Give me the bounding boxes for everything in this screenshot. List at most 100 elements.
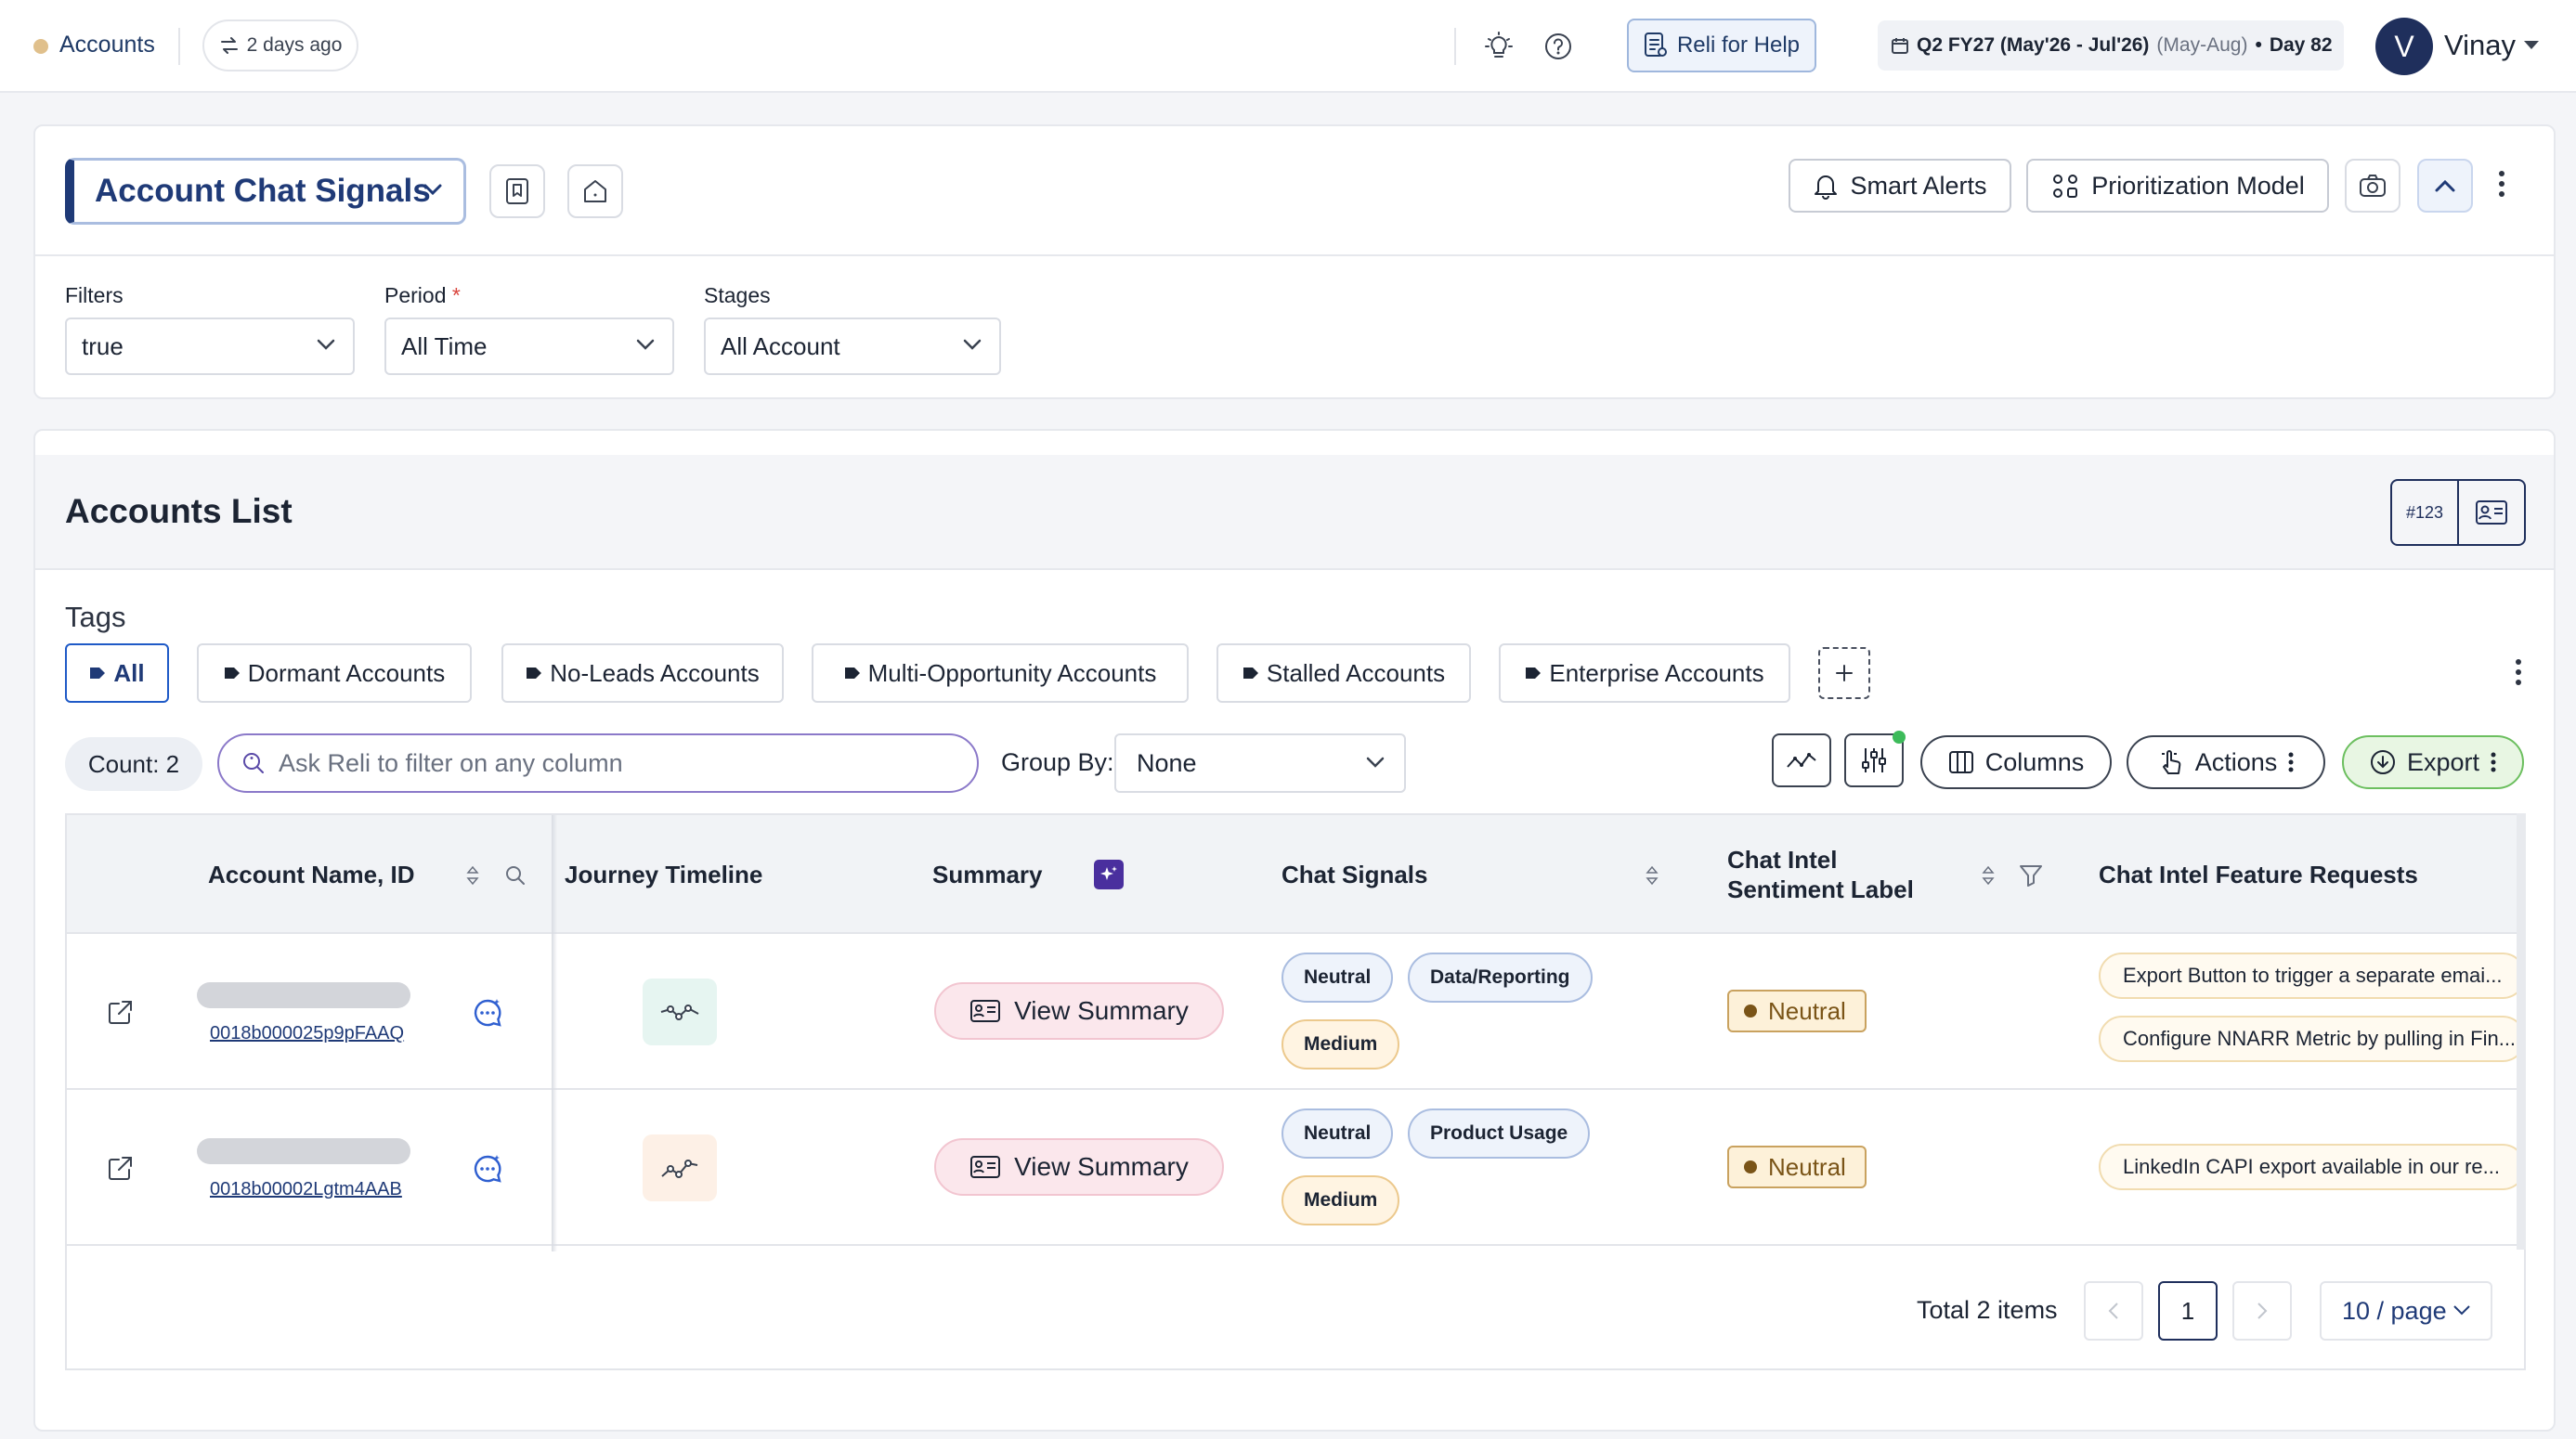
search-sparkle-icon <box>243 753 264 773</box>
table-row[interactable]: 0018b00002Lgtm4AAB View Summary Neutral … <box>67 1090 2526 1246</box>
sentiment-label: Neutral <box>1768 996 1846 1025</box>
accounts-list-header <box>35 455 2554 570</box>
columns-button[interactable]: Columns <box>1920 735 2112 789</box>
snapshot-button[interactable] <box>2345 159 2400 213</box>
actions-button[interactable]: Actions <box>2127 735 2325 789</box>
column-header-chat-signals[interactable]: Chat Signals <box>1281 860 1427 889</box>
tag-label: No-Leads Accounts <box>550 658 760 687</box>
chevron-down-icon <box>963 339 982 350</box>
export-button[interactable]: Export <box>2342 735 2524 789</box>
feature-request-chip[interactable]: LinkedIn CAPI export available in our re… <box>2099 1144 2526 1190</box>
sync-status-pill[interactable]: 2 days ago <box>202 19 358 71</box>
open-external-icon[interactable] <box>106 999 134 1027</box>
search-icon[interactable] <box>505 865 526 886</box>
signal-chip: Neutral <box>1281 1108 1394 1159</box>
breadcrumb[interactable]: Accounts <box>59 32 155 58</box>
page-number-button[interactable]: 1 <box>2158 1281 2218 1341</box>
more-options-icon[interactable] <box>2499 171 2504 197</box>
open-external-icon[interactable] <box>106 1155 134 1183</box>
id-card-icon <box>2476 500 2507 525</box>
journey-timeline-button[interactable] <box>643 979 717 1045</box>
sentiment-badge: Neutral <box>1727 990 1867 1032</box>
stages-select[interactable]: All Account <box>704 318 1001 375</box>
quarter-separator: • <box>2255 34 2262 56</box>
idea-bulb-icon[interactable] <box>1482 30 1516 63</box>
column-header-sentiment[interactable]: Chat Intel Sentiment Label <box>1727 845 1914 904</box>
filter-funnel-icon[interactable] <box>2019 863 2043 888</box>
bookmark-icon <box>506 178 528 204</box>
smart-alerts-button[interactable]: Smart Alerts <box>1789 159 2011 213</box>
tag-dormant-accounts[interactable]: Dormant Accounts <box>197 643 472 703</box>
account-id-link[interactable]: 0018b000025p9pFAAQ <box>210 1023 404 1044</box>
top-bar: Accounts 2 days ago Reli for Help Q2 FY2… <box>0 0 2576 93</box>
trend-line-icon <box>1787 753 1816 768</box>
add-tag-button[interactable] <box>1818 647 1870 699</box>
prev-page-button[interactable] <box>2084 1281 2143 1341</box>
tag-stalled-accounts[interactable]: Stalled Accounts <box>1216 643 1471 703</box>
dashboard-title: Account Chat Signals <box>95 173 431 209</box>
group-by-value: None <box>1137 748 1197 777</box>
chevron-down-icon[interactable] <box>2522 39 2541 52</box>
prioritization-label: Prioritization Model <box>2091 171 2305 200</box>
view-summary-button[interactable]: View Summary <box>934 982 1224 1040</box>
actions-label: Actions <box>2194 747 2278 776</box>
tag-icon <box>224 668 240 679</box>
column-header-feature-requests[interactable]: Chat Intel Feature Requests <box>2099 860 2418 889</box>
accounts-table: Account Name, ID Journey Timeline Summar… <box>65 813 2526 1370</box>
tag-all[interactable]: All <box>65 643 169 703</box>
id-card-icon <box>970 1000 1001 1022</box>
home-icon <box>584 180 606 202</box>
filters-select[interactable]: true <box>65 318 355 375</box>
ai-chat-icon[interactable] <box>472 1153 503 1185</box>
feature-request-chip[interactable]: Export Button to trigger a separate emai… <box>2099 953 2526 999</box>
count-badge: Count: 2 <box>65 737 202 791</box>
number-view-toggle[interactable]: #123 <box>2392 481 2457 544</box>
view-summary-button[interactable]: View Summary <box>934 1138 1224 1196</box>
divider <box>1454 28 1456 65</box>
column-header-summary[interactable]: Summary <box>932 860 1043 889</box>
dashboard-selector[interactable]: Account Chat Signals <box>65 158 466 225</box>
tag-no-leads-accounts[interactable]: No-Leads Accounts <box>501 643 784 703</box>
trend-line-icon <box>661 1160 698 1178</box>
fiscal-quarter-indicator[interactable]: Q2 FY27 (May'26 - Jul'26) (May-Aug) • Da… <box>1878 20 2344 71</box>
feature-request-chip[interactable]: Configure NNARR Metric by pulling in Fin… <box>2099 1016 2526 1062</box>
collapse-button[interactable] <box>2417 159 2473 213</box>
column-header-account[interactable]: Account Name, ID <box>208 860 415 889</box>
ai-chat-icon[interactable] <box>472 997 503 1029</box>
card-view-toggle[interactable] <box>2457 481 2524 544</box>
total-items: Total 2 items <box>1917 1296 2058 1324</box>
sort-icon[interactable] <box>1982 865 1995 886</box>
group-by-select[interactable]: None <box>1114 733 1406 793</box>
table-row[interactable]: 0018b000025p9pFAAQ View Summary Neutral … <box>67 934 2526 1090</box>
view-toggle[interactable]: #123 <box>2390 479 2526 546</box>
filters-label: Filters <box>65 283 124 307</box>
avatar[interactable]: V <box>2375 18 2433 75</box>
sentiment-badge: Neutral <box>1727 1146 1867 1188</box>
ai-sparkle-icon[interactable] <box>1094 860 1124 889</box>
more-options-icon <box>2491 752 2496 772</box>
column-header-journey[interactable]: Journey Timeline <box>565 860 762 889</box>
sort-icon[interactable] <box>466 865 479 886</box>
table-scrollbar[interactable] <box>2517 813 2526 1250</box>
page-size-select[interactable]: 10 / page <box>2320 1281 2492 1341</box>
prioritization-model-button[interactable]: Prioritization Model <box>2026 159 2329 213</box>
ask-reli-search[interactable]: Ask Reli to filter on any column <box>217 733 979 793</box>
reli-help-button[interactable]: Reli for Help <box>1627 19 1816 72</box>
tag-icon <box>1242 668 1258 679</box>
reli-help-label: Reli for Help <box>1676 32 1801 58</box>
journey-toggle-button[interactable] <box>1772 733 1831 787</box>
tag-multi-opportunity-accounts[interactable]: Multi-Opportunity Accounts <box>812 643 1189 703</box>
next-page-button[interactable] <box>2232 1281 2292 1341</box>
tag-label: Enterprise Accounts <box>1549 658 1764 687</box>
help-circle-icon[interactable] <box>1542 30 1575 63</box>
account-id-link[interactable]: 0018b00002Lgtm4AAB <box>210 1179 402 1200</box>
tag-enterprise-accounts[interactable]: Enterprise Accounts <box>1499 643 1790 703</box>
bookmark-button[interactable] <box>489 164 545 218</box>
journey-timeline-button[interactable] <box>643 1134 717 1201</box>
home-button[interactable] <box>567 164 623 218</box>
user-name[interactable]: Vinay <box>2444 29 2516 62</box>
sort-icon[interactable] <box>1646 865 1659 886</box>
status-dot <box>1744 1160 1757 1173</box>
tags-more-icon[interactable] <box>2516 659 2521 685</box>
period-select[interactable]: All Time <box>384 318 674 375</box>
